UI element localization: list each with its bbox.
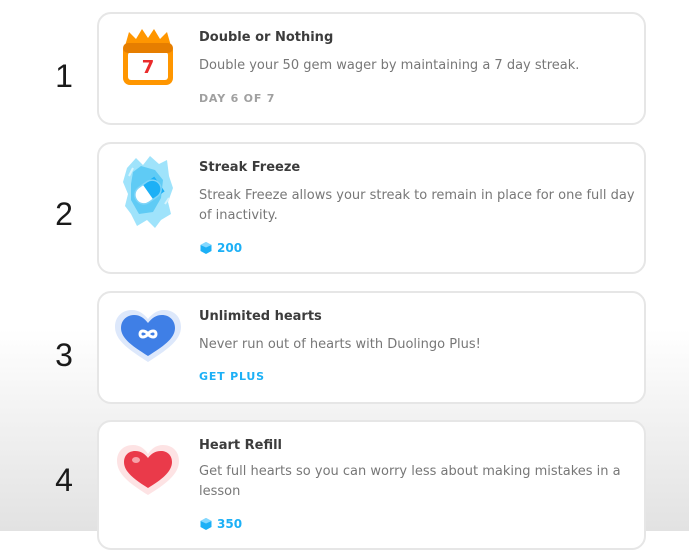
item-description: Double your 50 gem wager by maintaining … xyxy=(199,58,580,73)
shop-item-streak-freeze[interactable]: Streak Freeze Streak Freeze allows your … xyxy=(97,142,646,274)
item-title: Streak Freeze xyxy=(199,160,301,175)
item-number: 3 xyxy=(55,337,73,373)
item-description: Never run out of hearts with Duolingo Pl… xyxy=(199,337,481,352)
item-number: 2 xyxy=(55,196,73,232)
item-description: Streak Freeze allows your streak to rema… xyxy=(199,188,635,223)
item-number: 4 xyxy=(55,462,73,498)
shop-item-double-or-nothing[interactable]: 7 Double or Nothing Double your 50 gem w… xyxy=(97,12,646,125)
item-price[interactable]: 350 xyxy=(199,517,242,531)
item-price[interactable]: 200 xyxy=(199,241,242,255)
item-title: Double or Nothing xyxy=(199,30,334,45)
item-title: Heart Refill xyxy=(199,438,282,453)
price-value: 350 xyxy=(217,517,243,531)
streak-freeze-icon xyxy=(123,156,173,228)
price-value: 200 xyxy=(217,241,243,255)
heart-icon xyxy=(117,445,179,495)
item-number: 1 xyxy=(55,58,73,94)
item-description: Get full hearts so you can worry less ab… xyxy=(199,464,621,499)
gem-icon xyxy=(200,518,212,530)
calendar-day: 7 xyxy=(141,57,155,78)
item-title: Unlimited hearts xyxy=(199,309,322,324)
shop-item-unlimited-hearts[interactable]: Unlimited hearts Never run out of hearts… xyxy=(97,291,646,404)
gem-icon xyxy=(200,242,212,254)
get-plus-link[interactable]: GET PLUS xyxy=(199,370,265,383)
streak-progress-label: DAY 6 OF 7 xyxy=(199,92,276,105)
infinity-heart-icon xyxy=(115,310,181,362)
